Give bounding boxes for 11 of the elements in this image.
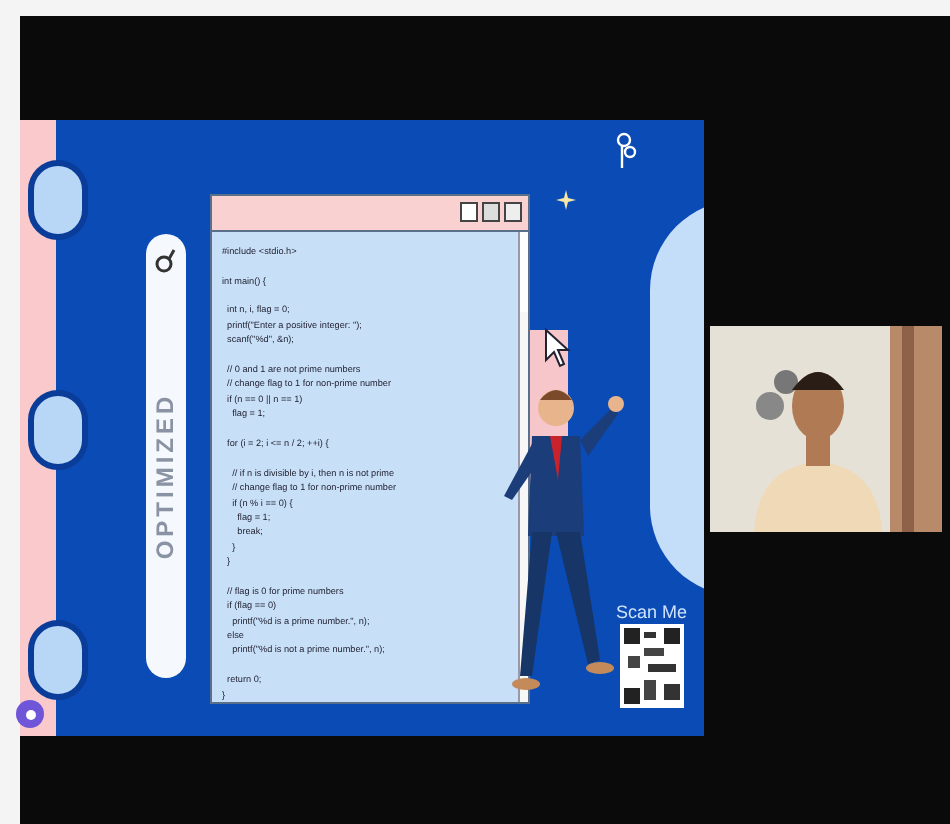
vertical-label: OPTIMIZED: [150, 392, 182, 560]
presenter-indicator: [16, 700, 44, 728]
search-icon: [152, 246, 180, 274]
circle-decoration: [28, 390, 88, 470]
logo-icon: [612, 130, 640, 170]
cursor-icon: [544, 328, 572, 368]
scan-me-label: Scan Me: [616, 600, 688, 626]
circle-decoration: [28, 160, 88, 240]
sparkle-icon: [556, 190, 576, 210]
circle-decoration: [28, 620, 88, 700]
qr-code: [620, 624, 684, 708]
